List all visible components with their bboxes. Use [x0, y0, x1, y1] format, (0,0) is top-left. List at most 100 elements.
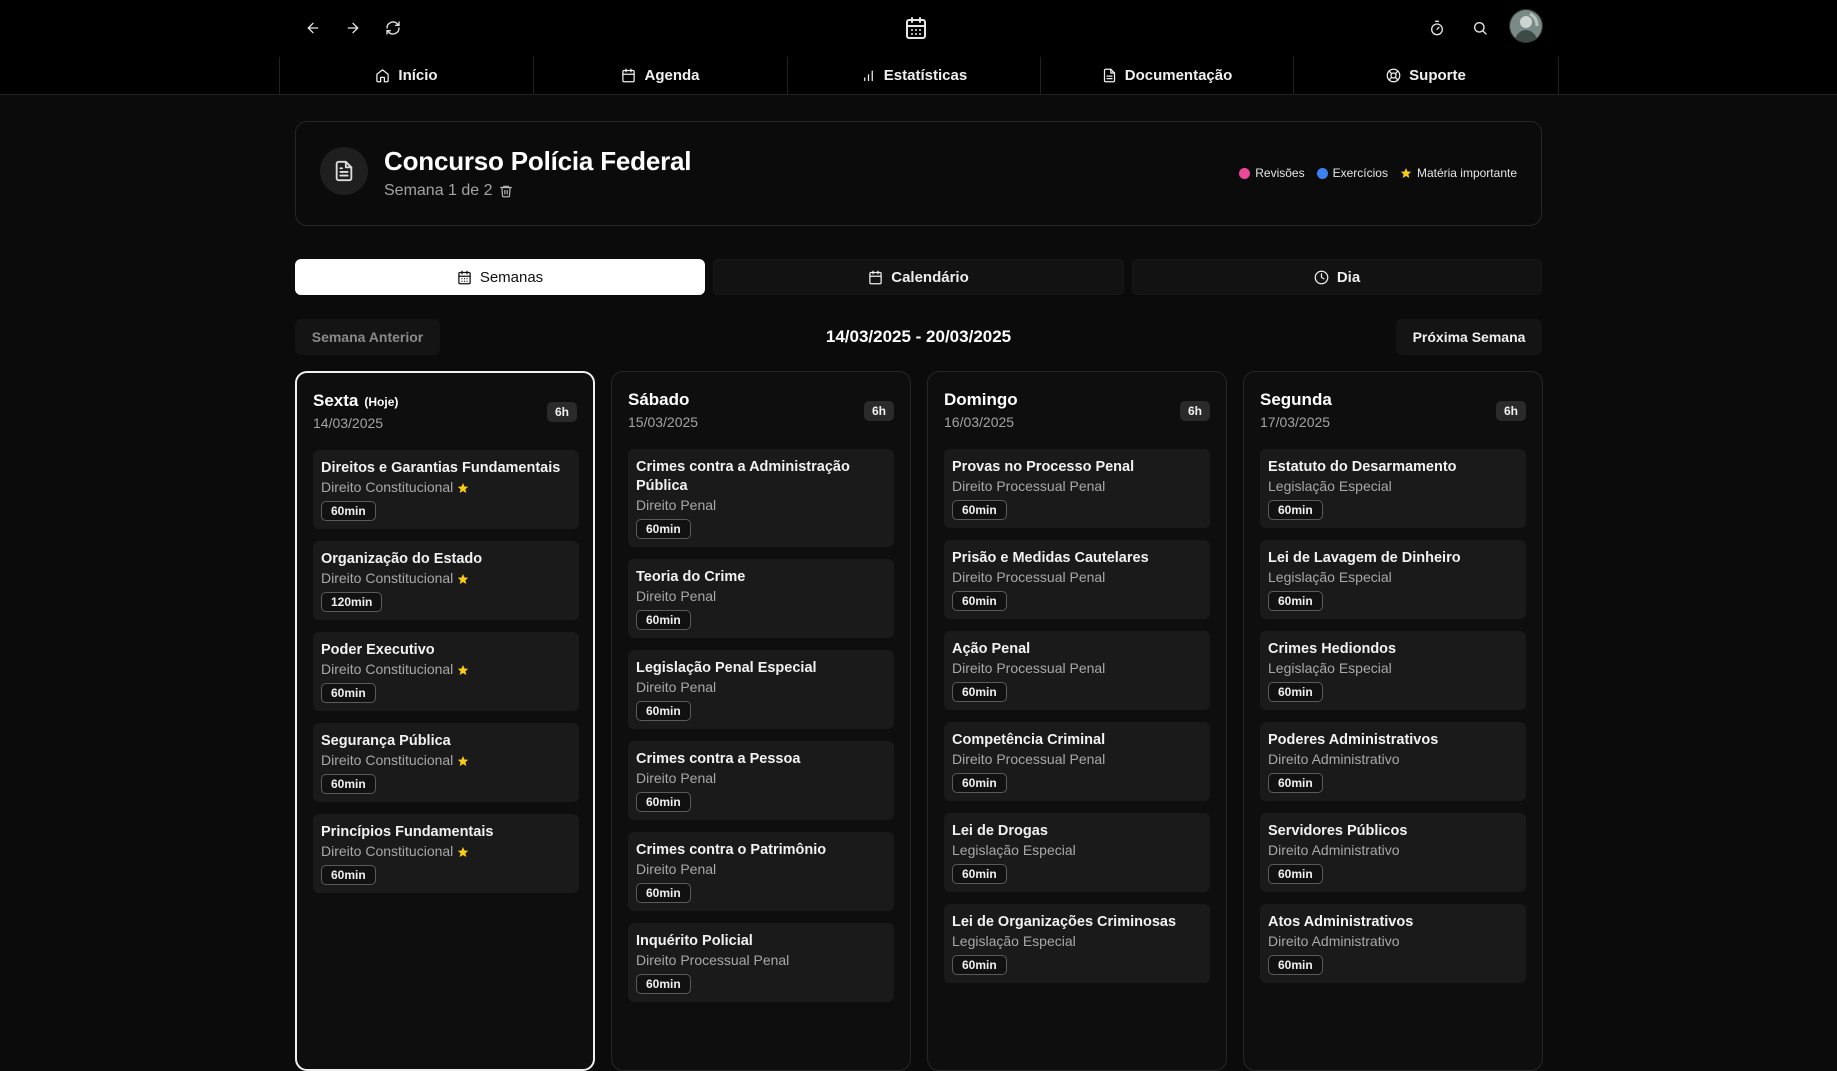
duration-badge: 120min — [321, 592, 383, 612]
search-icon[interactable] — [1466, 14, 1494, 42]
top-bar — [0, 0, 1837, 58]
nav-item-agenda[interactable]: Agenda — [533, 57, 787, 94]
duration-badge: 60min — [952, 773, 1007, 793]
session-list: Direitos e Garantias Fundamentais Direito… — [313, 450, 579, 905]
refresh-icon[interactable] — [379, 14, 407, 42]
session-card[interactable]: Lei de Drogas Legislação Especial 60min — [944, 813, 1210, 892]
duration-badge: 60min — [636, 974, 691, 994]
nav-item-label: Estatísticas — [883, 67, 968, 84]
day-name-label: Segunda — [1260, 390, 1332, 409]
tab-label: Dia — [1336, 268, 1361, 286]
session-title: Direitos e Garantias Fundamentais — [321, 460, 561, 476]
day-date: 14/03/2025 — [313, 415, 384, 431]
tab-dia[interactable]: Dia — [1132, 259, 1542, 295]
duration-badge: 60min — [636, 519, 691, 539]
session-subject: Legislação Especial — [952, 841, 1202, 860]
day-name-label: Sexta — [313, 391, 359, 410]
star-icon — [457, 482, 469, 494]
session-subject: Direito Processual Penal — [952, 750, 1202, 769]
arrow-left-icon[interactable] — [299, 14, 327, 42]
session-card[interactable]: Teoria do Crime Direito Penal 60min — [628, 559, 894, 638]
session-card[interactable]: Crimes contra a Administração Pública Dir… — [628, 449, 894, 547]
session-subject: Direito Processual Penal — [952, 568, 1202, 587]
day-column-sexta: Sexta (Hoje) 14/03/2025 6h Direitos e Gar… — [295, 371, 595, 1071]
arrow-right-icon[interactable] — [339, 14, 367, 42]
session-title: Provas no Processo Penal — [952, 459, 1135, 475]
tab-label: Calendário — [891, 268, 969, 286]
calendar-icon — [621, 68, 636, 83]
session-title: Crimes Hediondos — [1268, 641, 1397, 657]
session-card[interactable]: Inquérito Policial Direito Processual Pen… — [628, 923, 894, 1002]
tab-semanas[interactable]: Semanas — [295, 259, 705, 295]
tab-calendario[interactable]: Calendário — [713, 259, 1124, 295]
star-icon — [457, 664, 469, 676]
session-card[interactable]: Crimes contra o Patrimônio Direito Penal 6… — [628, 832, 894, 911]
session-card[interactable]: Estatuto do Desarmamento Legislação Espec… — [1260, 449, 1526, 528]
session-list: Crimes contra a Administração Pública Dir… — [628, 449, 894, 1014]
session-card[interactable]: Poder Executivo Direito Constitucional 60m… — [313, 632, 579, 711]
session-card[interactable]: Provas no Processo Penal Direito Processu… — [944, 449, 1210, 528]
nav-item-label: Início — [398, 67, 438, 84]
session-card[interactable]: Prisão e Medidas Cautelares Direito Proce… — [944, 540, 1210, 619]
trash-icon[interactable] — [499, 184, 513, 198]
nav-item-suporte[interactable]: Suporte — [1293, 57, 1559, 94]
calendar-icon — [868, 270, 883, 285]
nav-item-estatisticas[interactable]: Estatísticas — [787, 57, 1040, 94]
legend-item-revisoes: Revisões — [1239, 166, 1305, 180]
session-card[interactable]: Legislação Penal Especial Direito Penal 60… — [628, 650, 894, 729]
legend-label: Matéria importante — [1416, 166, 1517, 180]
session-card[interactable]: Lei de Lavagem de Dinheiro Legislação Esp… — [1260, 540, 1526, 619]
hours-badge: 6h — [546, 402, 577, 422]
session-card[interactable]: Lei de Organizações Criminosas Legislação… — [944, 904, 1210, 983]
session-card[interactable]: Ação Penal Direito Processual Penal 60min — [944, 631, 1210, 710]
duration-badge: 60min — [636, 883, 691, 903]
duration-badge: 60min — [952, 955, 1007, 975]
timer-icon[interactable] — [1423, 14, 1451, 42]
session-card[interactable]: Servidores Públicos Direito Administrativ… — [1260, 813, 1526, 892]
duration-badge: 60min — [952, 500, 1007, 520]
legend-item-materia-importante: Matéria importante — [1400, 166, 1517, 180]
session-card[interactable]: Crimes Hediondos Legislação Especial 60min — [1260, 631, 1526, 710]
duration-badge: 60min — [636, 792, 691, 812]
session-card[interactable]: Organização do Estado Direito Constitucio… — [313, 541, 579, 620]
session-subject: Direito Processual Penal — [636, 951, 886, 970]
session-subject-label: Direito Penal — [636, 497, 717, 513]
nav-item-inicio[interactable]: Início — [279, 57, 533, 94]
week-progress-label: Semana 1 de 2 — [384, 182, 493, 199]
duration-badge: 60min — [636, 701, 691, 721]
session-card[interactable]: Princípios Fundamentais Direito Constituc… — [313, 814, 579, 893]
avatar[interactable] — [1509, 9, 1543, 43]
plan-header-card: Concurso Polícia Federal Semana 1 de 2 R… — [295, 121, 1542, 226]
session-card[interactable]: Poderes Administrativos Direito Administr… — [1260, 722, 1526, 801]
session-card[interactable]: Competência Criminal Direito Processual P… — [944, 722, 1210, 801]
session-card[interactable]: Direitos e Garantias Fundamentais Direito… — [313, 450, 579, 529]
pink-dot-icon — [1239, 167, 1251, 179]
session-subject-label: Direito Constitucional — [321, 479, 454, 495]
session-subject: Direito Penal — [636, 860, 886, 879]
duration-badge: 60min — [1268, 864, 1323, 884]
duration-badge: 60min — [952, 864, 1007, 884]
session-card[interactable]: Atos Administrativos Direito Administrati… — [1260, 904, 1526, 983]
session-subject: Legislação Especial — [952, 932, 1202, 951]
session-card[interactable]: Segurança Pública Direito Constitucional 6… — [313, 723, 579, 802]
file-text-icon — [1102, 68, 1117, 83]
star-icon — [457, 573, 469, 585]
session-card[interactable]: Crimes contra a Pessoa Direito Penal 60min — [628, 741, 894, 820]
session-subject: Direito Constitucional — [321, 478, 571, 497]
session-title: Estatuto do Desarmamento — [1268, 459, 1457, 475]
session-subject-label: Direito Penal — [636, 588, 717, 604]
legend-item-exercicios: Exercícios — [1316, 166, 1388, 180]
duration-badge: 60min — [321, 501, 376, 521]
duration-badge: 60min — [1268, 955, 1323, 975]
session-subject-label: Direito Penal — [636, 861, 717, 877]
nav-item-label: Agenda — [644, 67, 700, 84]
day-name: Sábado — [628, 390, 689, 410]
next-week-button[interactable]: Próxima Semana — [1396, 319, 1542, 355]
nav-item-documentacao[interactable]: Documentação — [1040, 57, 1293, 94]
session-subject: Direito Constitucional — [321, 569, 571, 588]
session-title: Ação Penal — [952, 641, 1031, 657]
document-icon — [320, 147, 368, 195]
calendar-icon — [457, 270, 472, 285]
calendar-icon[interactable] — [901, 14, 931, 42]
day-name: Domingo — [944, 390, 1018, 410]
